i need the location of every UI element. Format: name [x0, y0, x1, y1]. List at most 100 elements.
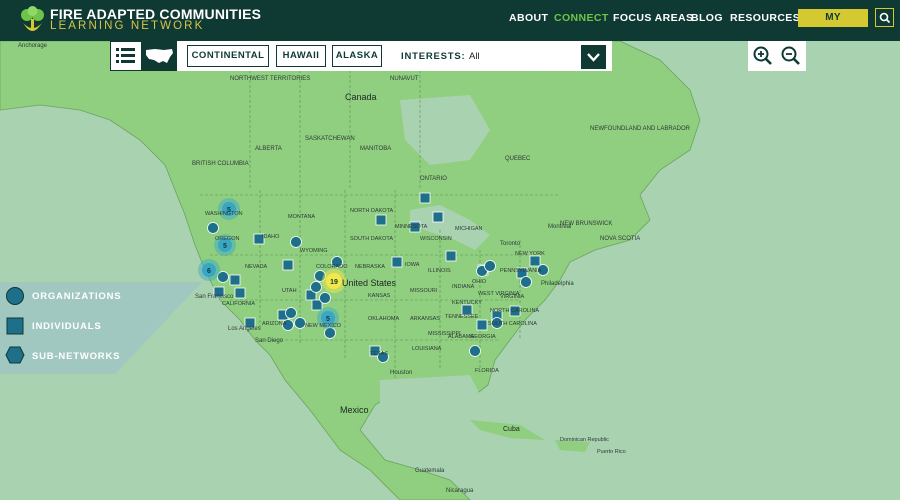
map-marker-square[interactable]: [445, 250, 457, 262]
cluster-count: 19: [330, 279, 338, 286]
map-marker-square[interactable]: [391, 256, 403, 268]
search-icon: [879, 12, 891, 24]
site-header: FIRE ADAPTED COMMUNITIES LEARNING NETWOR…: [0, 0, 900, 41]
state-label: MONTANA: [288, 214, 315, 220]
city-label: Montreal: [548, 224, 571, 230]
city-label: San Diego: [255, 338, 284, 344]
map-marker-circle[interactable]: [484, 260, 496, 272]
map-marker-circle[interactable]: [290, 236, 302, 248]
map-legend: ORGANIZATIONS INDIVIDUALS SUB-NETWORKS: [0, 282, 202, 374]
state-label: TENNESSEE: [445, 314, 479, 320]
state-label: ARKANSAS: [410, 316, 440, 322]
map-marker-square[interactable]: [419, 192, 431, 204]
map-marker-circle[interactable]: [324, 327, 336, 339]
map-marker-square[interactable]: [476, 319, 488, 331]
state-label: SOUTH DAKOTA: [350, 236, 393, 242]
province-label: NEWFOUNDLAND AND LABRADOR: [590, 126, 691, 132]
province-label: ALBERTA: [255, 146, 282, 152]
cluster-count: 6: [207, 268, 211, 275]
cluster-count: 5: [223, 243, 227, 250]
legend-organizations[interactable]: ORGANIZATIONS: [32, 291, 121, 302]
list-icon: [116, 48, 135, 63]
zoom-in-icon: [753, 46, 772, 65]
map-view-button[interactable]: [142, 41, 177, 71]
nav-connect[interactable]: CONNECT: [554, 12, 609, 24]
country-label: Canada: [345, 92, 377, 102]
map-toolbar: CONTINENTAL HAWAII ALASKA INTERESTS: All: [110, 41, 612, 71]
map-marker-square[interactable]: [234, 287, 246, 299]
state-label: SOUTH CAROLINA: [488, 321, 537, 327]
country-label: Cuba: [503, 426, 520, 433]
fire-adapted-logo-icon[interactable]: [19, 5, 46, 35]
zoom-controls: [748, 41, 806, 71]
state-label: LOUISIANA: [412, 346, 442, 352]
map-marker-square[interactable]: [529, 255, 541, 267]
state-label: NEBRASKA: [355, 264, 385, 270]
province-label: BRITISH COLUMBIA: [192, 161, 249, 167]
interests-select[interactable]: All: [469, 51, 480, 62]
state-label: NEVADA: [245, 264, 268, 270]
map-marker-circle[interactable]: [285, 307, 297, 319]
state-label: WISCONSIN: [420, 236, 452, 242]
province-label: NORTHWEST TERRITORIES: [230, 76, 310, 82]
region-continental-button[interactable]: CONTINENTAL: [187, 45, 269, 67]
region-alaska-button[interactable]: ALASKA: [332, 45, 382, 67]
region-hawaii-button[interactable]: HAWAII: [276, 45, 326, 67]
map-marker-square[interactable]: [282, 259, 294, 271]
usa-map-icon: [146, 49, 173, 63]
state-label: MISSOURI: [410, 288, 438, 294]
state-label: OHIO: [472, 279, 487, 285]
circle-icon: [6, 287, 24, 305]
square-icon: [6, 317, 24, 335]
state-label: NEW MEXICO: [305, 323, 342, 329]
search-button[interactable]: [875, 8, 894, 27]
list-view-button[interactable]: [110, 41, 142, 71]
state-label: WYOMING: [300, 248, 328, 254]
state-label: WEST VIRGINIA: [478, 291, 520, 297]
nav-about[interactable]: ABOUT: [509, 12, 548, 24]
zoom-out-button[interactable]: [779, 44, 803, 68]
state-label: ILLINOIS: [428, 268, 451, 274]
zoom-in-button[interactable]: [751, 44, 775, 68]
state-label: OREGON: [215, 236, 239, 242]
legend-sub-networks[interactable]: SUB-NETWORKS: [32, 351, 120, 362]
state-label: WASHINGTON: [205, 211, 243, 217]
map-marker-circle[interactable]: [310, 281, 322, 293]
city-label: Guatemala: [415, 468, 445, 474]
state-label: IOWA: [405, 262, 420, 268]
state-label: OKLAHOMA: [368, 316, 400, 322]
state-label: ARIZONA: [262, 321, 287, 327]
nav-focus-areas[interactable]: FOCUS AREAS: [613, 12, 693, 24]
my-account-button[interactable]: MY ACCOUNT: [798, 9, 868, 41]
state-label: UTAH: [282, 288, 297, 294]
city-label: Houston: [390, 370, 412, 376]
chevron-down-icon: [587, 53, 600, 62]
map-marker-square[interactable]: [432, 211, 444, 223]
map-marker-square[interactable]: [375, 214, 387, 226]
legend-individuals[interactable]: INDIVIDUALS: [32, 321, 102, 332]
map-marker-circle[interactable]: [294, 317, 306, 329]
state-label: NORTH DAKOTA: [350, 208, 394, 214]
state-label: KENTUCKY: [452, 300, 482, 306]
map-canvas[interactable]: 5 5 6 19 5 Canada United States Mexico C…: [0, 41, 900, 500]
city-label: Toronto: [500, 241, 521, 247]
nav-resources[interactable]: RESOURCES: [730, 12, 800, 24]
state-label: MICHIGAN: [455, 226, 483, 232]
brand-subtitle[interactable]: LEARNING NETWORK: [50, 20, 204, 32]
map-marker-circle[interactable]: [469, 345, 481, 357]
province-label: QUEBEC: [505, 156, 531, 162]
map-marker-circle[interactable]: [520, 276, 532, 288]
province-label: MANITOBA: [360, 146, 391, 152]
province-label: NUNAVUT: [390, 76, 419, 82]
cluster-count: 5: [326, 316, 330, 323]
map-marker-circle[interactable]: [319, 292, 331, 304]
nav-blog[interactable]: BLOG: [691, 12, 723, 24]
state-label: MINNESOTA: [395, 224, 428, 230]
interests-dropdown-button[interactable]: [581, 45, 606, 69]
map-marker-square[interactable]: [229, 274, 241, 286]
province-label: NOVA SCOTIA: [600, 236, 640, 242]
state-label: FLORIDA: [475, 368, 499, 374]
city-label: Dominican Republic: [560, 437, 609, 443]
map-marker-circle[interactable]: [207, 222, 219, 234]
province-label: SASKATCHEWAN: [305, 136, 355, 142]
